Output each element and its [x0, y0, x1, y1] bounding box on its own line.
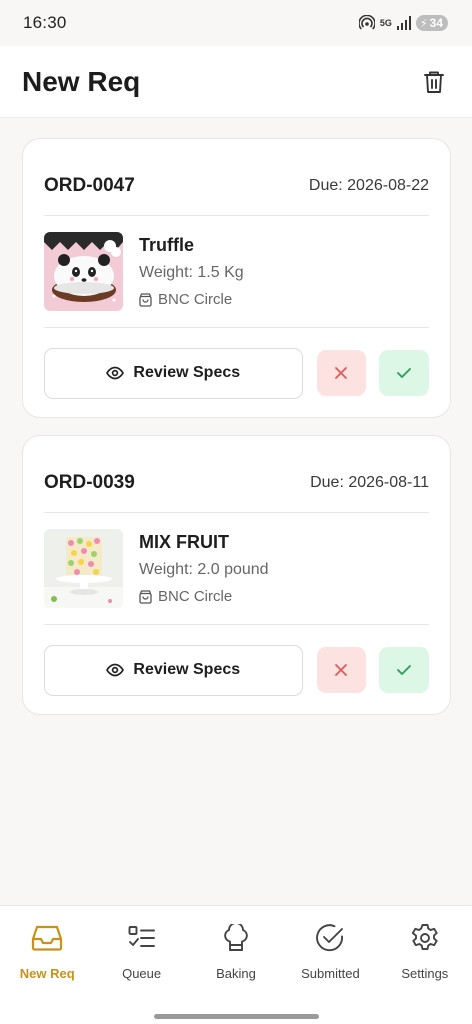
status-bar: 16:30 5G ⚡ 34 — [0, 0, 472, 46]
order-card-header: ORD-0039 Due: 2026-08-11 — [44, 436, 429, 513]
hotspot-icon — [358, 15, 375, 30]
gear-icon — [411, 924, 438, 950]
item-info: Truffle Weight: 1.5 Kg BNC Circle — [139, 235, 244, 308]
chef-hat-icon — [224, 924, 248, 951]
battery-indicator: ⚡ 34 — [415, 15, 448, 31]
inbox-icon — [32, 925, 63, 951]
nav-label: Baking — [216, 966, 256, 981]
app-header: New Req — [0, 46, 472, 118]
review-specs-label: Review Specs — [133, 661, 241, 678]
order-list: ORD-0047 Due: 2026-08-22 Truffle Weight:… — [22, 138, 451, 732]
network-type: 5G — [379, 17, 392, 28]
order-id: ORD-0039 — [44, 472, 135, 493]
bottom-nav: New Req Queue Baking Submitted Settings — [0, 905, 472, 1024]
reject-button[interactable] — [316, 350, 367, 396]
shopping-bag-icon — [139, 292, 152, 307]
review-specs-button[interactable]: Review Specs — [44, 347, 303, 399]
location-label: BNC Circle — [158, 291, 233, 308]
close-icon — [335, 367, 348, 379]
nav-item-baking[interactable]: Baking — [189, 921, 283, 991]
nav-label: Settings — [401, 966, 449, 981]
status-icons: 5G ⚡ 34 — [358, 15, 448, 31]
eye-icon — [106, 366, 125, 380]
order-actions: Review Specs — [44, 625, 429, 715]
nav-label: Submitted — [301, 966, 360, 981]
order-actions: Review Specs — [44, 328, 429, 418]
check-icon — [397, 665, 412, 675]
order-card: ORD-0039 Due: 2026-08-11 MIX FRUIT Weigh… — [22, 435, 451, 715]
nav-item-submitted[interactable]: Submitted — [283, 921, 377, 991]
due-date: Due: 2026-08-22 — [308, 177, 429, 194]
nav-item-settings[interactable]: Settings — [378, 921, 472, 991]
close-icon — [335, 664, 348, 676]
signal-icon — [396, 16, 411, 30]
nav-label: New Req — [19, 966, 75, 981]
item-location: BNC Circle — [139, 588, 269, 605]
order-item: MIX FRUIT Weight: 2.0 pound BNC Circle — [44, 513, 429, 625]
eye-icon — [106, 663, 125, 677]
item-name: MIX FRUIT — [139, 532, 229, 552]
review-specs-label: Review Specs — [133, 364, 241, 381]
check-circle-icon — [316, 924, 344, 952]
delete-button[interactable] — [418, 66, 450, 98]
reject-button[interactable] — [316, 647, 367, 693]
page-title: New Req — [22, 65, 141, 97]
accept-button[interactable] — [379, 647, 429, 693]
panda-cake-image — [44, 232, 123, 311]
nav-label: Queue — [122, 966, 162, 981]
fruit-cake-image — [44, 529, 123, 608]
accept-button[interactable] — [379, 350, 429, 396]
checklist-icon — [128, 926, 155, 947]
due-date: Due: 2026-08-11 — [310, 474, 429, 491]
nav-item-new-req[interactable]: New Req — [0, 921, 94, 991]
order-card-header: ORD-0047 Due: 2026-08-22 — [44, 139, 429, 216]
order-id: ORD-0047 — [44, 175, 135, 196]
charging-icon: ⚡ — [419, 17, 428, 30]
battery-level: 34 — [429, 16, 443, 30]
item-name: Truffle — [139, 235, 195, 255]
trash-icon — [424, 71, 444, 93]
shopping-bag-icon — [139, 589, 152, 604]
review-specs-button[interactable]: Review Specs — [44, 644, 303, 696]
item-info: MIX FRUIT Weight: 2.0 pound BNC Circle — [139, 532, 269, 605]
order-card: ORD-0047 Due: 2026-08-22 Truffle Weight:… — [22, 138, 451, 418]
check-icon — [397, 368, 412, 378]
item-location: BNC Circle — [139, 291, 244, 308]
item-weight: Weight: 2.0 pound — [139, 561, 269, 578]
nav-item-queue[interactable]: Queue — [94, 921, 188, 991]
home-indicator[interactable] — [154, 1014, 319, 1019]
item-weight: Weight: 1.5 Kg — [139, 264, 244, 281]
status-time: 16:30 — [23, 13, 67, 32]
order-item: Truffle Weight: 1.5 Kg BNC Circle — [44, 216, 429, 328]
location-label: BNC Circle — [158, 588, 233, 605]
